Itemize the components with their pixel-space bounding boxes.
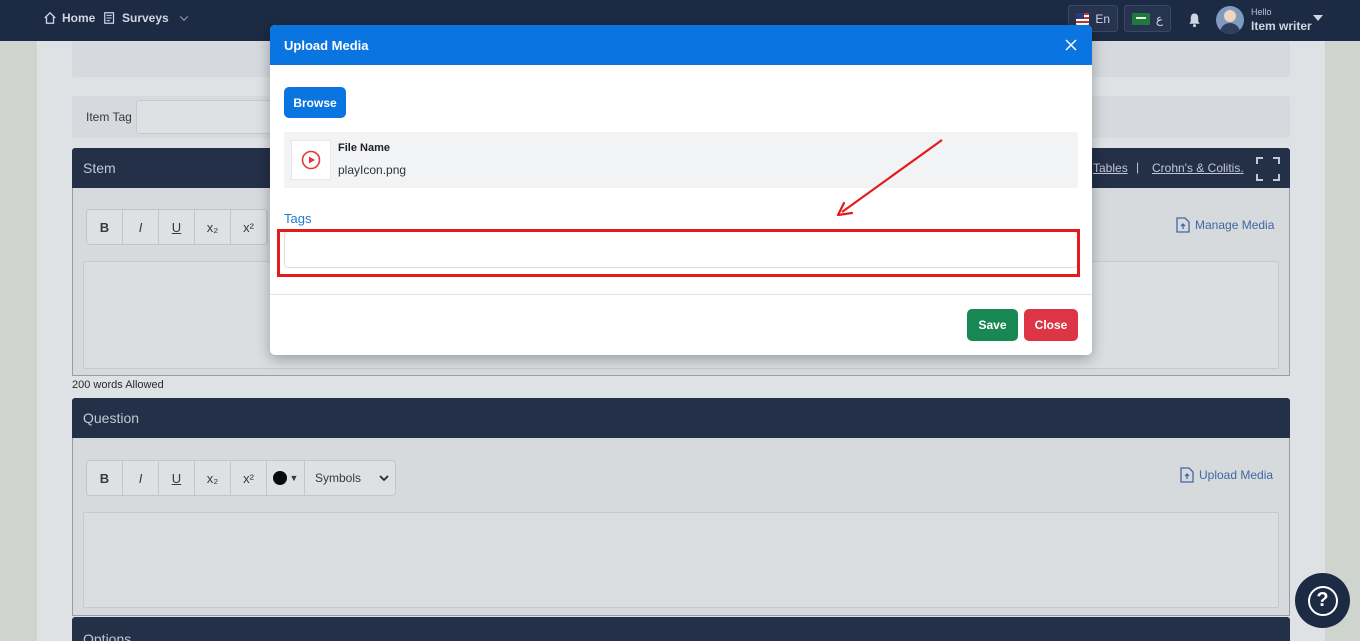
nav-surveys-label: Surveys <box>122 11 169 25</box>
tags-label: Tags <box>284 211 312 226</box>
save-button[interactable]: Save <box>967 309 1018 341</box>
play-icon <box>301 150 321 170</box>
nav-home[interactable]: Home <box>43 11 95 25</box>
saudi-flag-icon <box>1132 12 1150 25</box>
home-icon <box>44 11 56 24</box>
help-button[interactable]: ? <box>1295 573 1350 628</box>
nav-surveys[interactable]: Surveys <box>103 11 190 25</box>
nav-home-label: Home <box>62 11 96 25</box>
tags-highlight-box <box>277 229 1080 277</box>
file-thumbnail <box>291 140 331 180</box>
user-name[interactable]: Item writer <box>1251 19 1312 33</box>
file-name-label: File Name <box>338 142 390 154</box>
browse-button[interactable]: Browse <box>284 87 346 118</box>
modal-title: Upload Media <box>284 37 369 53</box>
language-en-label: En <box>1095 11 1110 26</box>
close-icon[interactable] <box>1064 38 1078 52</box>
uploaded-file-row: File Name playIcon.png <box>284 132 1078 188</box>
modal-footer-divider <box>270 294 1092 295</box>
caret-down-icon[interactable] <box>1313 15 1323 21</box>
user-greeting: Hello <box>1251 7 1272 17</box>
red-arrow-icon <box>836 139 943 217</box>
modal-header: Upload Media <box>270 25 1092 65</box>
bell-icon[interactable] <box>1187 12 1202 28</box>
chevron-down-icon <box>179 16 188 22</box>
file-name-value: playIcon.png <box>338 163 407 177</box>
upload-media-modal: Upload Media Browse File Name playIcon.p… <box>270 25 1092 355</box>
question-mark-icon: ? <box>1307 585 1338 616</box>
avatar[interactable] <box>1216 6 1244 34</box>
surveys-icon <box>104 12 115 24</box>
close-button[interactable]: Close <box>1024 309 1078 341</box>
language-ar-label: ع <box>1155 11 1163 26</box>
language-ar-button[interactable]: ع <box>1124 5 1171 32</box>
us-flag-icon <box>1076 12 1090 25</box>
